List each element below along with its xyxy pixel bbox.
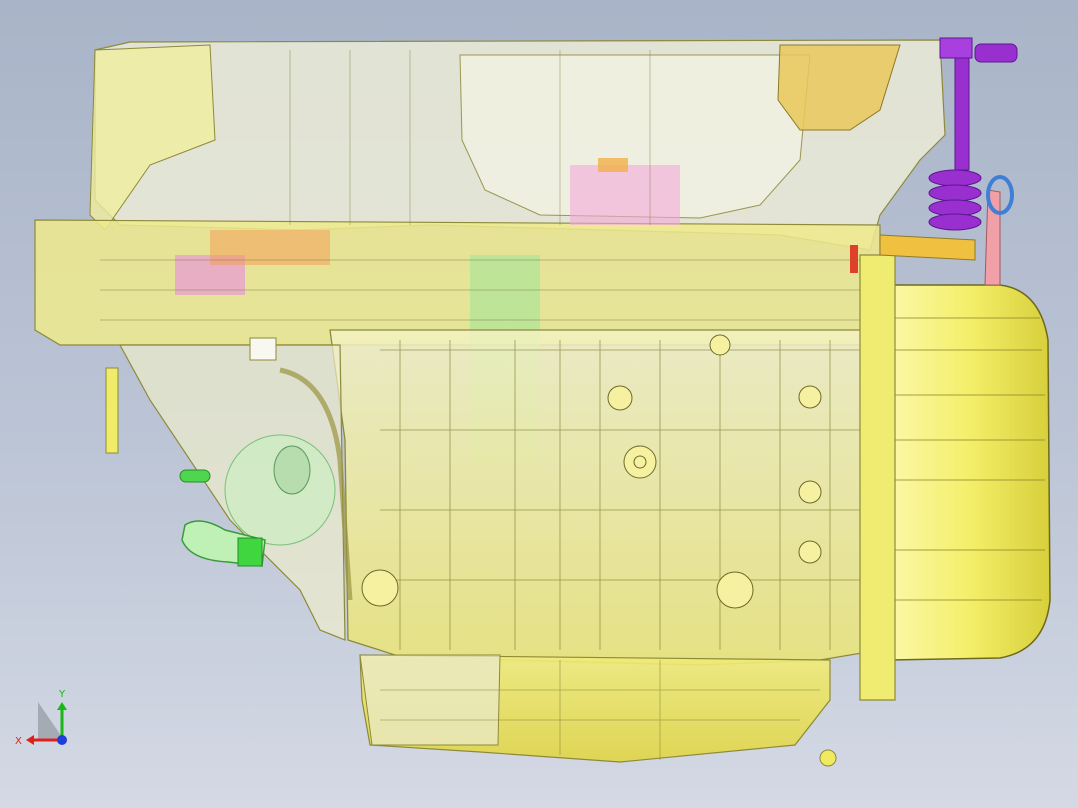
cover-flange (859, 254, 896, 701)
triad-y-label: Y (58, 689, 66, 700)
triad-z-axis (57, 735, 67, 745)
lower-block (329, 329, 881, 666)
orange-bracket (879, 234, 976, 261)
left-small-bracket (105, 367, 119, 454)
orange-cap (598, 158, 628, 172)
purple-cap (974, 43, 1018, 63)
green-block (237, 537, 263, 567)
green-cylinder-end (273, 445, 311, 495)
white-boss (249, 337, 277, 361)
triad-y-arrow (57, 702, 67, 710)
cad-viewport[interactable]: X Y (0, 0, 1078, 808)
purple-spring (928, 169, 982, 231)
drain-plug (819, 749, 837, 767)
pink-pipe (984, 189, 1001, 286)
triad-x-label: X (15, 736, 22, 747)
rear-cover (887, 284, 1051, 661)
red-accent (850, 245, 858, 273)
triad-x-arrow (26, 735, 34, 745)
oil-pan-left (359, 654, 501, 746)
orientation-triad[interactable]: X Y (10, 682, 80, 752)
pink-component (570, 165, 680, 225)
purple-top (939, 37, 973, 59)
green-pin (179, 469, 211, 483)
middle-band (34, 219, 881, 346)
engine-3d-model[interactable] (0, 0, 1078, 808)
purple-rod (954, 39, 970, 171)
